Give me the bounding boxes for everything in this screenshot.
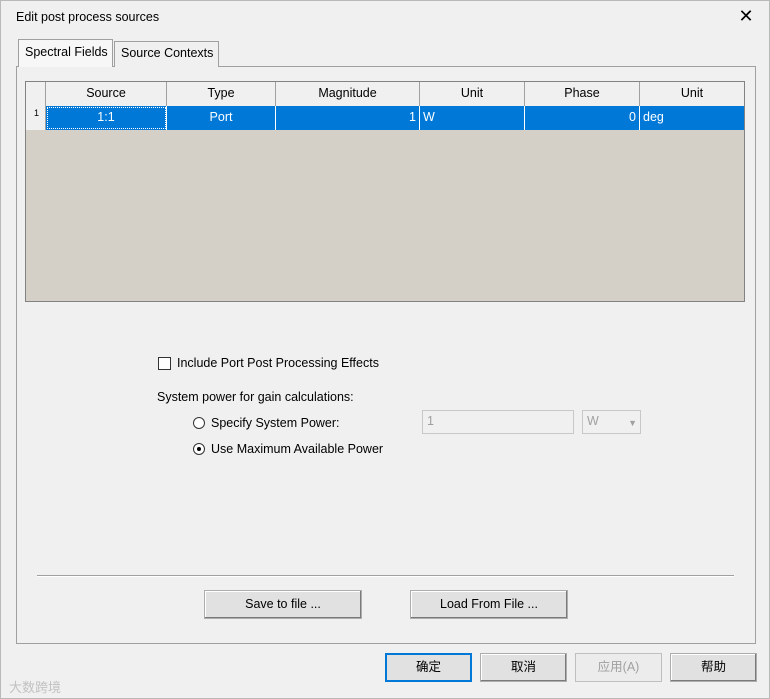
tab-source-contexts[interactable]: Source Contexts [114, 41, 219, 67]
column-header-phase[interactable]: Phase [525, 82, 640, 106]
radio-specify-system-power[interactable] [193, 417, 205, 429]
radio-use-max-power[interactable] [193, 443, 205, 455]
column-header-type[interactable]: Type [167, 82, 276, 106]
include-port-effects-label: Include Port Post Processing Effects [177, 356, 379, 370]
cell-phase[interactable]: 0 [525, 106, 640, 130]
row-header-corner [26, 82, 46, 106]
chevron-down-icon: ▼ [628, 418, 637, 428]
cell-source[interactable]: 1:1 [46, 106, 167, 130]
specify-system-power-label: Specify System Power: [211, 416, 340, 430]
cell-magnitude[interactable]: 1 [276, 106, 420, 130]
column-header-magnitude[interactable]: Magnitude [276, 82, 420, 106]
close-icon: ✕ [738, 6, 754, 26]
system-power-input[interactable]: 1 [422, 410, 574, 434]
use-max-power-radio[interactable]: Use Maximum Available Power [193, 441, 383, 457]
table-header: Source Type Magnitude Unit Phase Unit [26, 82, 744, 106]
column-header-unit[interactable]: Unit [420, 82, 525, 106]
specify-system-power-radio[interactable]: Specify System Power: [193, 415, 340, 431]
ok-button[interactable]: 确定 [385, 653, 472, 682]
load-from-file-button[interactable]: Load From File ... [410, 590, 568, 619]
tab-panel-spectral-fields: Source Type Magnitude Unit Phase Unit 1 … [16, 66, 756, 644]
row-number[interactable]: 1 [26, 106, 46, 130]
power-unit-select[interactable]: W ▼ [582, 410, 641, 434]
title-bar: Edit post process sources ✕ [1, 1, 769, 33]
use-max-power-label: Use Maximum Available Power [211, 442, 384, 456]
table-row[interactable]: 1 1:1 Port 1 W 0 deg [26, 106, 744, 130]
close-button[interactable]: ✕ [733, 5, 759, 29]
tab-spectral-fields[interactable]: Spectral Fields [18, 39, 113, 67]
checkbox-box[interactable] [158, 356, 171, 370]
cell-type[interactable]: Port [167, 106, 276, 130]
apply-button: 应用(A) [575, 653, 662, 682]
column-header-phase-unit[interactable]: Unit [640, 82, 744, 106]
window-title: Edit post process sources [16, 10, 160, 24]
save-to-file-button[interactable]: Save to file ... [204, 590, 362, 619]
column-header-source[interactable]: Source [46, 82, 167, 106]
help-button[interactable]: 帮助 [670, 653, 757, 682]
dialog: Edit post process sources ✕ Source Type … [0, 0, 770, 699]
watermark: 大数跨境 [9, 680, 62, 695]
power-unit-value: W [587, 414, 599, 428]
cell-phase-unit[interactable]: deg [640, 106, 744, 130]
cancel-button[interactable]: 取消 [480, 653, 567, 682]
separator [37, 575, 734, 577]
include-port-effects-checkbox[interactable]: Include Port Post Processing Effects [158, 355, 379, 371]
system-power-label: System power for gain calculations: [157, 390, 354, 404]
cell-unit[interactable]: W [420, 106, 525, 130]
sources-table: Source Type Magnitude Unit Phase Unit 1 … [25, 81, 745, 302]
